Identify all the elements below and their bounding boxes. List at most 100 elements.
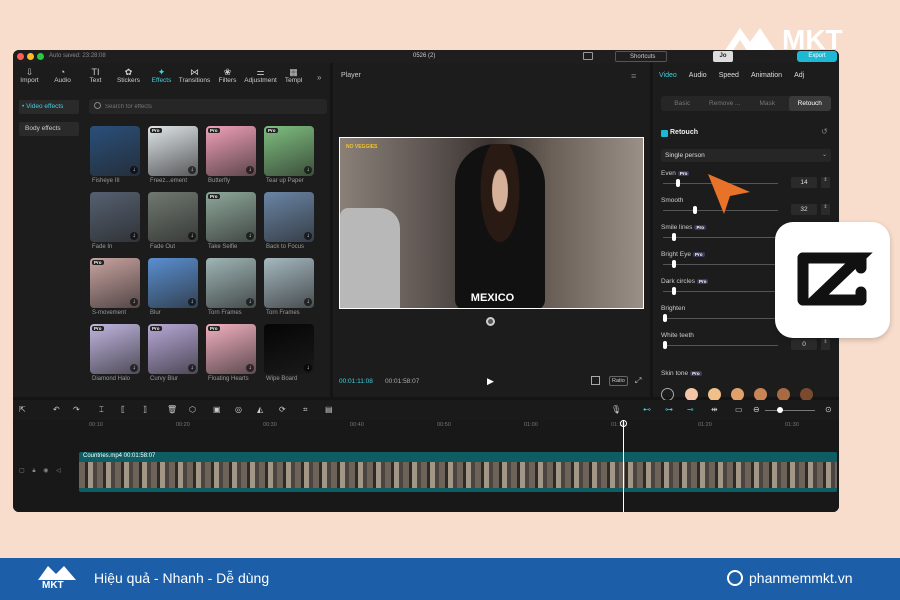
- minimize-window-icon[interactable]: [27, 53, 34, 60]
- retouch-slider[interactable]: [663, 314, 778, 322]
- record-button-icon[interactable]: [486, 317, 495, 326]
- download-icon[interactable]: ↓: [304, 298, 312, 306]
- retouch-slider[interactable]: [663, 287, 778, 295]
- inspector-tab[interactable]: Animation: [751, 72, 782, 79]
- crop-icon[interactable]: ⌗: [303, 405, 308, 415]
- video-effects-category[interactable]: • Video effects: [19, 100, 79, 114]
- download-icon[interactable]: ↓: [246, 364, 254, 372]
- loop-icon[interactable]: ◎: [235, 405, 242, 414]
- lock-icon[interactable]: 🔒︎: [32, 468, 35, 474]
- effect-thumbnail[interactable]: Pro ↓: [90, 258, 140, 308]
- slider-handle[interactable]: [663, 314, 667, 322]
- download-icon[interactable]: ↓: [246, 232, 254, 240]
- user-avatar[interactable]: Jo: [713, 51, 733, 62]
- effect-thumbnail[interactable]: Pro ↓: [206, 126, 256, 176]
- download-icon[interactable]: ↓: [130, 166, 138, 174]
- link-track-icon[interactable]: ⊶: [665, 405, 673, 414]
- split-right-icon[interactable]: ⟧: [143, 405, 147, 414]
- close-window-icon[interactable]: [17, 53, 24, 60]
- export-button[interactable]: Export: [797, 51, 837, 62]
- eye-icon[interactable]: ◉: [43, 468, 48, 474]
- tab-import[interactable]: ⇩ Import: [13, 67, 46, 84]
- tab-effects[interactable]: ✦ Effects: [145, 67, 178, 84]
- maximize-window-icon[interactable]: [37, 53, 44, 60]
- rotate-icon[interactable]: ⟳: [279, 405, 286, 414]
- zoom-out-icon[interactable]: ⊖: [753, 405, 760, 414]
- download-icon[interactable]: ↓: [188, 298, 196, 306]
- download-icon[interactable]: ↓: [188, 232, 196, 240]
- effect-thumbnail[interactable]: Pro ↓: [206, 192, 256, 242]
- fit-screen-icon[interactable]: [591, 376, 600, 385]
- effect-thumbnail[interactable]: ↓: [148, 192, 198, 242]
- stepper-icon[interactable]: ⇕: [821, 177, 830, 188]
- slider-value[interactable]: 14: [791, 177, 817, 188]
- effect-thumbnail[interactable]: Pro ↓: [206, 324, 256, 374]
- tab-adjustment[interactable]: ⚌ Adjustment: [244, 67, 277, 84]
- snap-icon[interactable]: ⊸: [687, 405, 694, 414]
- slider-value[interactable]: 0: [791, 339, 817, 350]
- tab-filters[interactable]: ❀ Filters: [211, 67, 244, 84]
- zoom-handle[interactable]: [777, 407, 783, 413]
- redo-icon[interactable]: ↷: [73, 405, 80, 414]
- effect-thumbnail[interactable]: Pro ↓: [90, 324, 140, 374]
- effect-thumbnail[interactable]: ↓: [264, 192, 314, 242]
- effect-thumbnail[interactable]: ↓: [264, 324, 314, 374]
- effects-search-box[interactable]: [89, 99, 327, 114]
- zoom-in-icon[interactable]: ⊙: [825, 405, 832, 414]
- video-preview[interactable]: NO VEGGIES MEXICO: [339, 137, 644, 309]
- tab-stickers[interactable]: ✿ Stickers: [112, 67, 145, 84]
- tab-templ[interactable]: ▦ Templ: [277, 67, 310, 84]
- playhead-handle[interactable]: [620, 420, 627, 427]
- slider-handle[interactable]: [663, 341, 667, 349]
- slider-handle[interactable]: [672, 287, 677, 295]
- download-icon[interactable]: ↓: [246, 166, 254, 174]
- freeze-icon[interactable]: ▤: [325, 405, 333, 414]
- tab-text[interactable]: TI Text: [79, 67, 112, 84]
- effect-thumbnail[interactable]: ↓: [148, 258, 198, 308]
- reset-icon[interactable]: ↺: [821, 127, 828, 136]
- effect-thumbnail[interactable]: ↓: [90, 192, 140, 242]
- download-icon[interactable]: ↓: [188, 166, 196, 174]
- inspector-tab[interactable]: Video: [659, 72, 677, 79]
- play-icon[interactable]: ▶: [487, 376, 494, 387]
- fullscreen-icon[interactable]: ⤢: [635, 376, 641, 386]
- download-icon[interactable]: ↓: [130, 232, 138, 240]
- track-cover-icon[interactable]: ▢: [19, 468, 25, 474]
- effect-thumbnail[interactable]: ↓: [264, 258, 314, 308]
- retouch-checkbox[interactable]: [661, 130, 668, 137]
- slider-handle[interactable]: [672, 233, 677, 241]
- inspector-subtab[interactable]: Remove ...: [704, 96, 747, 111]
- link-main-icon[interactable]: ⊷: [643, 405, 651, 414]
- download-icon[interactable]: ↓: [130, 298, 138, 306]
- inspector-subtab[interactable]: Mask: [746, 96, 789, 111]
- split-icon[interactable]: ⌶: [99, 405, 104, 415]
- mute-icon[interactable]: ◁: [56, 468, 61, 474]
- ratio-button[interactable]: Ratio: [609, 376, 628, 386]
- download-icon[interactable]: ↓: [130, 364, 138, 372]
- player-menu-icon[interactable]: ≡: [631, 71, 636, 81]
- slider-handle[interactable]: [676, 179, 681, 187]
- split-left-icon[interactable]: ⟦: [121, 405, 125, 414]
- tab-audio[interactable]: ◔ Audio: [46, 67, 79, 84]
- inspector-tab[interactable]: Adj: [794, 72, 804, 79]
- retouch-slider[interactable]: [663, 341, 778, 349]
- effect-thumbnail[interactable]: ↓: [206, 258, 256, 308]
- retouch-slider[interactable]: [663, 260, 778, 268]
- effect-thumbnail[interactable]: Pro ↓: [148, 126, 198, 176]
- download-icon[interactable]: ↓: [188, 364, 196, 372]
- layout-icon[interactable]: [583, 52, 593, 60]
- effect-thumbnail[interactable]: ↓: [90, 126, 140, 176]
- banner-site[interactable]: phanmemmkt.vn: [749, 570, 852, 586]
- slider-value[interactable]: 32: [791, 204, 817, 215]
- zoom-slider[interactable]: [765, 407, 815, 413]
- effect-thumbnail[interactable]: Pro ↓: [264, 126, 314, 176]
- body-effects-category[interactable]: Body effects: [19, 122, 79, 136]
- mic-icon[interactable]: 🎙︎: [611, 405, 621, 414]
- more-tabs-icon[interactable]: »: [317, 73, 321, 82]
- download-icon[interactable]: ↓: [246, 298, 254, 306]
- download-icon[interactable]: ↓: [304, 232, 312, 240]
- undo-icon[interactable]: ↶: [53, 405, 60, 414]
- mirror-icon[interactable]: ◭: [257, 405, 263, 414]
- shield-icon[interactable]: ⬡: [189, 405, 196, 414]
- playhead[interactable]: [623, 420, 624, 512]
